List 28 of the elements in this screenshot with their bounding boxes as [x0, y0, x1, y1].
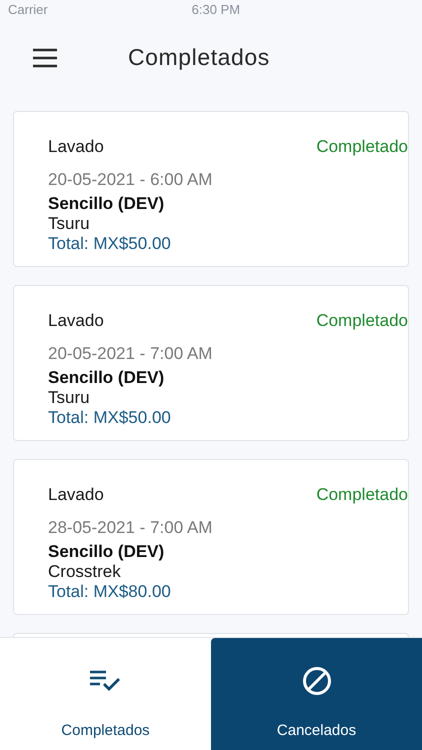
status-label: Completado	[316, 310, 408, 332]
order-card[interactable]: Lavado Completado 20-05-2021 - 6:00 AM Sencillo (DEV) Tsuru Total: MX$50.00	[13, 111, 409, 267]
vehicle-name: Tsuru	[48, 214, 90, 234]
status-time: 6:30 PM	[192, 1, 240, 20]
status-label: Completado	[316, 484, 408, 506]
total-amount: Total: MX$80.00	[48, 582, 171, 602]
order-card[interactable]: Lavado Completado 20-05-2021 - 7:00 AM Sencillo (DEV) Tsuru Total: MX$50.00	[13, 285, 409, 441]
prohibited-icon	[302, 666, 332, 696]
package-name: Sencillo (DEV)	[48, 194, 164, 214]
tab-button[interactable]: Cancelados	[211, 638, 422, 750]
order-card[interactable]: Lavado Completado 28-05-2021 - 7:00 AM Sencillo (DEV) Crosstrek Total: MX$80.00	[13, 459, 409, 615]
checklist-icon	[90, 670, 122, 692]
page-title: Completados	[128, 43, 270, 72]
vehicle-name: Crosstrek	[48, 562, 121, 582]
menu-icon	[32, 48, 58, 68]
vehicle-name: Tsuru	[48, 388, 90, 408]
total-amount: Total: MX$50.00	[48, 234, 171, 254]
status-label: Completado	[316, 136, 408, 158]
date-time: 28-05-2021 - 7:00 AM	[48, 516, 212, 538]
service-name: Lavado	[48, 136, 104, 158]
carrier-text: Carrier	[8, 1, 48, 20]
package-name: Sencillo (DEV)	[48, 542, 164, 562]
date-time: 20-05-2021 - 7:00 AM	[48, 342, 212, 364]
service-name: Lavado	[48, 310, 104, 332]
service-name: Lavado	[48, 484, 104, 506]
date-time: 20-05-2021 - 6:00 AM	[48, 168, 212, 190]
package-name: Sencillo (DEV)	[48, 368, 164, 388]
total-amount: Total: MX$50.00	[48, 408, 171, 428]
